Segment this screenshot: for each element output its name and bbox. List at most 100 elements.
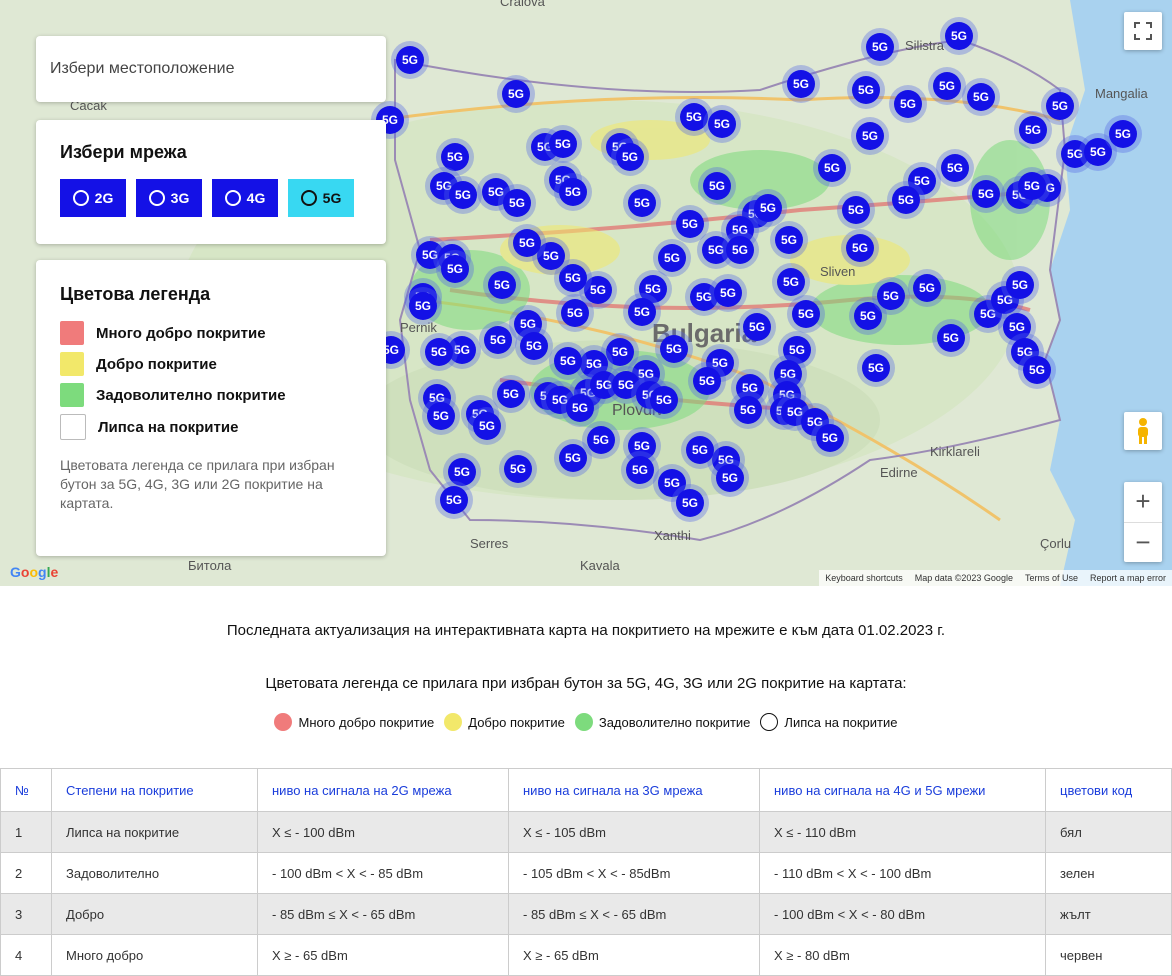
network-panel: Избери мрежа 2G 3G 4G 5G [36, 120, 386, 244]
location-select[interactable]: Избери местоположение [36, 36, 386, 102]
table-cell: бял [1045, 811, 1172, 853]
zoom-out-button[interactable]: − [1124, 523, 1162, 563]
table-cell: X ≥ - 65 dBm [257, 934, 509, 976]
table-row: 1 Липса на покритие X ≤ - 100 dBm X ≤ - … [0, 811, 1172, 853]
network-label: 5G [322, 190, 342, 206]
station-marker-5g[interactable]: 5G [908, 269, 946, 307]
station-marker-5g[interactable]: 5G [738, 308, 776, 346]
marker-label: 5G [792, 300, 820, 328]
station-marker-5g[interactable]: 5G [483, 266, 521, 304]
place-serres: Serres [470, 536, 509, 551]
station-marker-5g[interactable]: 5G [1013, 167, 1051, 205]
station-marker-5g[interactable]: 5G [404, 287, 442, 325]
terms-link[interactable]: Terms of Use [1025, 573, 1078, 583]
station-marker-5g[interactable]: 5G [611, 138, 649, 176]
station-marker-5g[interactable]: 5G [857, 349, 895, 387]
place-craiova: Craiova [500, 0, 545, 9]
station-marker-5g[interactable]: 5G [837, 191, 875, 229]
marker-label: 5G [1046, 92, 1074, 120]
inline-legend-label: Задоволително покритие [598, 714, 751, 730]
marker-label: 5G [650, 386, 678, 414]
station-marker-5g[interactable]: 5G [841, 229, 879, 267]
station-marker-5g[interactable]: 5G [711, 459, 749, 497]
station-marker-5g[interactable]: 5G [787, 295, 825, 333]
station-marker-5g[interactable]: 5G [851, 117, 889, 155]
station-marker-5g[interactable]: 5G [709, 274, 747, 312]
station-marker-5g[interactable]: 5G [872, 277, 910, 315]
marker-label: 5G [716, 464, 744, 492]
station-marker-5g[interactable]: 5G [967, 175, 1005, 213]
station-marker-5g[interactable]: 5G [645, 381, 683, 419]
place-silistra: Silistra [905, 38, 945, 53]
station-marker-5g[interactable]: 5G [499, 450, 537, 488]
station-marker-5g[interactable]: 5G [698, 167, 736, 205]
station-marker-5g[interactable]: 5G [887, 181, 925, 219]
network-button-4g[interactable]: 4G [212, 179, 278, 217]
station-marker-5g[interactable]: 5G [962, 78, 1000, 116]
pegman-icon [1138, 418, 1148, 444]
station-marker-5g[interactable]: 5G [1104, 115, 1142, 153]
station-marker-5g[interactable]: 5G [422, 397, 460, 435]
coverage-map[interactable]: Craiova Mangalia Silistra Cacak Sliven B… [0, 0, 1172, 586]
station-marker-5g[interactable]: 5G [435, 481, 473, 519]
place-mangalia: Mangalia [1095, 86, 1148, 101]
station-marker-5g[interactable]: 5G [782, 65, 820, 103]
station-marker-5g[interactable]: 5G [1014, 111, 1052, 149]
station-marker-5g[interactable]: 5G [813, 149, 851, 187]
fullscreen-button[interactable] [1124, 12, 1162, 50]
station-marker-5g[interactable]: 5G [497, 75, 535, 113]
network-button-5g[interactable]: 5G [288, 179, 354, 217]
report-error-link[interactable]: Report a map error [1090, 573, 1166, 583]
keyboard-shortcuts-link[interactable]: Keyboard shortcuts [825, 573, 903, 583]
legend-title: Цветова легенда [60, 284, 211, 304]
station-marker-5g[interactable]: 5G [861, 28, 899, 66]
station-marker-5g[interactable]: 5G [515, 327, 553, 365]
station-marker-5g[interactable]: 5G [932, 319, 970, 357]
legend-dot [574, 713, 593, 731]
station-marker-5g[interactable]: 5G [770, 221, 808, 259]
street-view-button[interactable] [1124, 412, 1162, 450]
station-marker-5g[interactable]: 5G [1001, 266, 1039, 304]
legend-item: Липса на покритие [60, 414, 362, 440]
station-marker-5g[interactable]: 5G [688, 362, 726, 400]
station-marker-5g[interactable]: 5G [671, 484, 709, 522]
station-marker-5g[interactable]: 5G [721, 231, 759, 269]
station-marker-5g[interactable]: 5G [623, 184, 661, 222]
station-marker-5g[interactable]: 5G [554, 173, 592, 211]
station-marker-5g[interactable]: 5G [468, 407, 506, 445]
marker-label: 5G [877, 282, 905, 310]
station-marker-5g[interactable]: 5G [681, 431, 719, 469]
station-marker-5g[interactable]: 5G [936, 149, 974, 187]
station-marker-5g[interactable]: 5G [544, 125, 582, 163]
table-cell: - 100 dBm < X < - 80 dBm [759, 893, 1046, 935]
station-marker-5g[interactable]: 5G [928, 67, 966, 105]
station-marker-5g[interactable]: 5G [479, 321, 517, 359]
zoom-in-button[interactable]: + [1124, 482, 1162, 523]
station-marker-5g[interactable]: 5G [420, 333, 458, 371]
station-marker-5g[interactable]: 5G [556, 294, 594, 332]
station-marker-5g[interactable]: 5G [1018, 351, 1056, 389]
marker-label: 5G [693, 367, 721, 395]
station-marker-5g[interactable]: 5G [498, 184, 536, 222]
station-marker-5g[interactable]: 5G [940, 17, 978, 55]
marker-label: 5G [549, 130, 577, 158]
marker-label: 5G [754, 194, 782, 222]
marker-label: 5G [937, 324, 965, 352]
station-marker-5g[interactable]: 5G [889, 85, 927, 123]
station-marker-5g[interactable]: 5G [623, 293, 661, 331]
network-button-3g[interactable]: 3G [136, 179, 202, 217]
station-marker-5g[interactable]: 5G [811, 419, 849, 457]
marker-label: 5G [628, 298, 656, 326]
station-marker-5g[interactable]: 5G [508, 224, 546, 262]
inline-legend-label: Липса на покритие [784, 714, 898, 730]
station-marker-5g[interactable]: 5G [554, 439, 592, 477]
station-marker-5g[interactable]: 5G [847, 71, 885, 109]
marker-label: 5G [449, 181, 477, 209]
station-marker-5g[interactable]: 5G [391, 41, 429, 79]
network-button-2g[interactable]: 2G [60, 179, 126, 217]
marker-label: 5G [1006, 271, 1034, 299]
station-marker-5g[interactable]: 5G [729, 391, 767, 429]
network-title: Избери мрежа [60, 142, 187, 162]
station-marker-5g[interactable]: 5G [703, 105, 741, 143]
station-marker-5g[interactable]: 5G [436, 250, 474, 288]
